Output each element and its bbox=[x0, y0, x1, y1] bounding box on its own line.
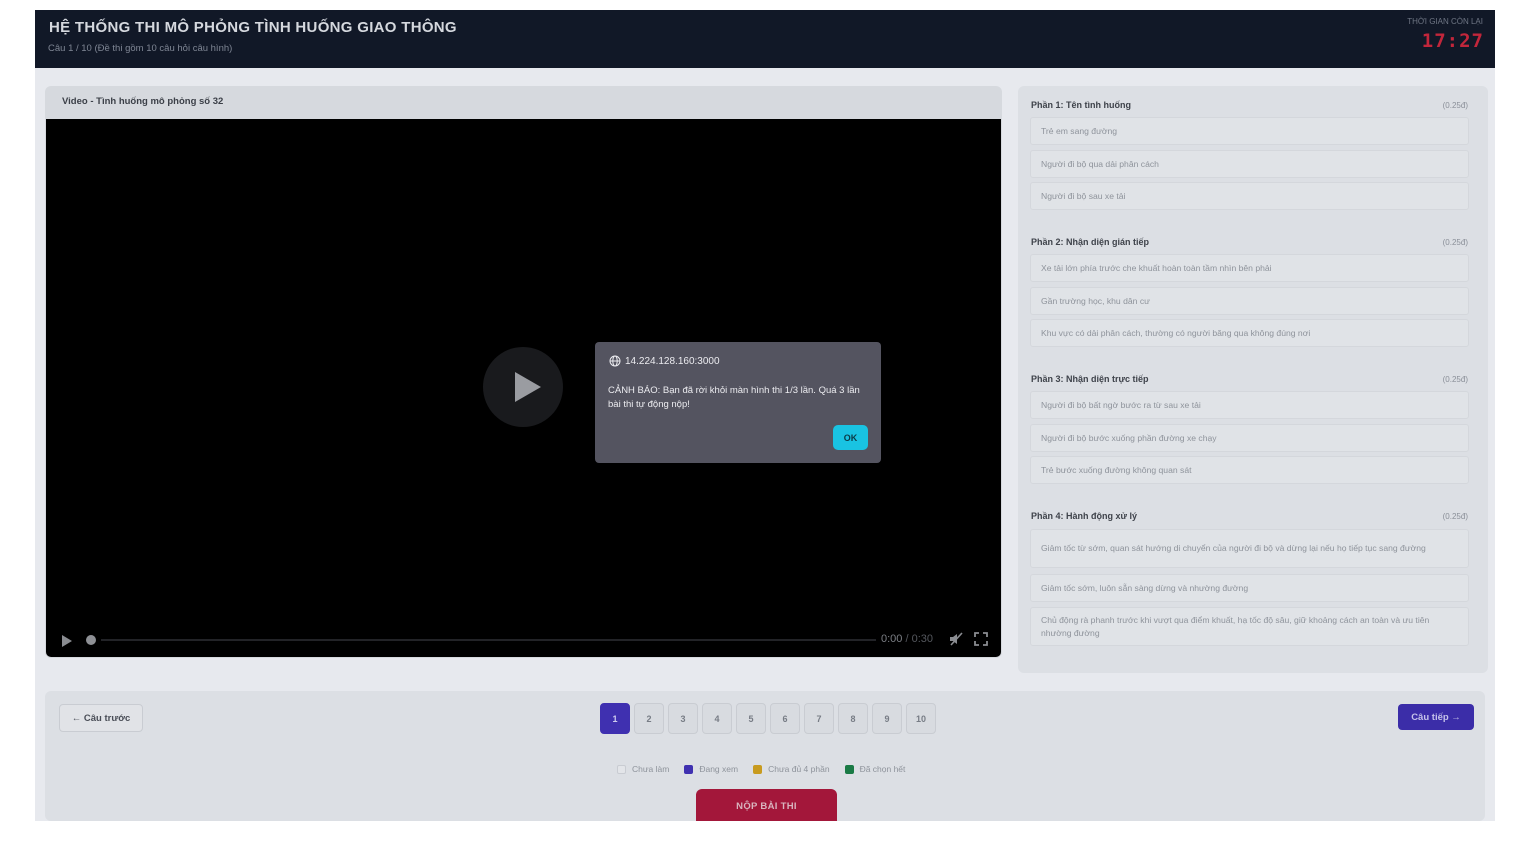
legend-item: Đang xem bbox=[684, 764, 738, 774]
legend-label: Chưa đủ 4 phần bbox=[768, 764, 830, 774]
play-icon[interactable] bbox=[62, 635, 72, 647]
progress-handle[interactable] bbox=[86, 635, 96, 645]
option-item[interactable]: Người đi bộ qua dải phân cách bbox=[1030, 150, 1469, 178]
option-item[interactable]: Khu vực có dải phân cách, thường có ngườ… bbox=[1030, 319, 1469, 347]
video-title: Video - Tình huống mô phỏng số 32 bbox=[62, 96, 224, 107]
page-button-6[interactable]: 6 bbox=[770, 703, 800, 734]
legend-item: Chưa đủ 4 phần bbox=[753, 764, 830, 774]
legend-label: Đã chọn hết bbox=[859, 764, 906, 774]
alert-dialog: 14.224.128.160:3000 CẢNH BÁO: Bạn đã rời… bbox=[595, 342, 881, 463]
option-item[interactable]: Người đi bộ sau xe tải bbox=[1030, 182, 1469, 210]
total-time: 0:30 bbox=[911, 633, 934, 645]
legend-swatch bbox=[684, 764, 694, 774]
section-points: (0.25đ) bbox=[1442, 375, 1468, 384]
play-overlay-button[interactable] bbox=[483, 347, 563, 427]
option-item[interactable]: Giảm tốc sớm, luôn sẵn sàng dừng và nhườ… bbox=[1030, 574, 1469, 602]
legend-item: Đã chọn hết bbox=[844, 764, 906, 774]
dialog-origin: 14.224.128.160:3000 bbox=[609, 355, 720, 367]
section-title: Phần 4: Hành động xử lý bbox=[1031, 511, 1138, 521]
option-item[interactable]: Gần trường học, khu dân cư bbox=[1030, 287, 1469, 315]
submit-exam-button[interactable]: NỘP BÀI THI bbox=[696, 789, 837, 821]
progress-bar[interactable] bbox=[101, 639, 876, 641]
option-item[interactable]: Trẻ bước xuống đường không quan sát bbox=[1030, 456, 1469, 484]
page-title: HỆ THỐNG THI MÔ PHỎNG TÌNH HUỐNG GIAO TH… bbox=[49, 19, 457, 36]
fullscreen-icon[interactable] bbox=[974, 632, 988, 646]
time-separator: / bbox=[905, 633, 909, 645]
question-counter: Câu 1 / 10 (Đề thi gồm 10 câu hỏi câu hì… bbox=[48, 43, 233, 54]
volume-muted-icon[interactable] bbox=[949, 632, 963, 646]
navigation-bar: ← Câu trước 1 2 3 4 5 6 7 8 9 10 Câu tiếp → Chưa … bbox=[45, 691, 1485, 821]
option-item[interactable]: Xe tải lớn phía trước che khuất hoàn toà… bbox=[1030, 254, 1469, 282]
option-item[interactable]: Trẻ em sang đường bbox=[1030, 117, 1469, 145]
time-display: 0:00 / 0:30 bbox=[881, 633, 933, 645]
page-button-4[interactable]: 4 bbox=[702, 703, 732, 734]
page-button-7[interactable]: 7 bbox=[804, 703, 834, 734]
section-points: (0.25đ) bbox=[1442, 238, 1468, 247]
option-item[interactable]: Người đi bộ bất ngờ bước ra từ sau xe tả… bbox=[1030, 391, 1469, 419]
page-button-3[interactable]: 3 bbox=[668, 703, 698, 734]
page-button-2[interactable]: 2 bbox=[634, 703, 664, 734]
ok-button[interactable]: OK bbox=[833, 425, 868, 450]
globe-icon bbox=[609, 355, 621, 367]
video-controls: 0:00 / 0:30 bbox=[46, 623, 1001, 657]
legend-label: Chưa làm bbox=[632, 764, 670, 774]
countdown-timer: 17:27 bbox=[1421, 30, 1484, 52]
page-button-9[interactable]: 9 bbox=[872, 703, 902, 734]
question-pagination: 1 2 3 4 5 6 7 8 9 10 bbox=[600, 703, 936, 734]
prev-question-button[interactable]: ← Câu trước bbox=[59, 704, 143, 732]
page-button-8[interactable]: 8 bbox=[838, 703, 868, 734]
option-item[interactable]: Người đi bộ bước xuống phần đường xe chạ… bbox=[1030, 424, 1469, 452]
page-button-5[interactable]: 5 bbox=[736, 703, 766, 734]
option-item[interactable]: Chủ động rà phanh trước khi vượt qua điể… bbox=[1030, 607, 1469, 646]
page-button-10[interactable]: 10 bbox=[906, 703, 936, 734]
app-header: HỆ THỐNG THI MÔ PHỎNG TÌNH HUỐNG GIAO TH… bbox=[35, 10, 1495, 68]
section-title: Phần 1: Tên tình huống bbox=[1031, 100, 1131, 110]
legend-swatch bbox=[617, 764, 626, 774]
section-title: Phần 2: Nhận diện gián tiếp bbox=[1031, 237, 1150, 247]
page-button-1[interactable]: 1 bbox=[600, 703, 630, 734]
current-time: 0:00 bbox=[881, 633, 903, 645]
status-legend: Chưa làm Đang xem Chưa đủ 4 phần Đã chọn hế… bbox=[617, 764, 905, 774]
section-points: (0.25đ) bbox=[1442, 512, 1468, 521]
legend-swatch bbox=[844, 764, 854, 774]
dialog-message: CẢNH BÁO: Bạn đã rời khỏi màn hình thi 1… bbox=[608, 385, 860, 410]
legend-item: Chưa làm bbox=[617, 764, 669, 774]
timer-label: THỜI GIAN CÒN LẠI bbox=[1407, 17, 1483, 26]
dialog-origin-text: 14.224.128.160:3000 bbox=[625, 355, 720, 367]
section-title: Phần 3: Nhận diện trực tiếp bbox=[1031, 374, 1149, 384]
option-item[interactable]: Giảm tốc từ sớm, quan sát hướng di chuyể… bbox=[1030, 529, 1469, 568]
next-question-button[interactable]: Câu tiếp → bbox=[1398, 704, 1474, 730]
legend-label: Đang xem bbox=[699, 764, 739, 774]
section-points: (0.25đ) bbox=[1442, 101, 1468, 110]
answer-panel: Phần 1: Tên tình huống (0.25đ) Trẻ em sa… bbox=[1018, 86, 1488, 673]
legend-swatch bbox=[753, 764, 763, 774]
